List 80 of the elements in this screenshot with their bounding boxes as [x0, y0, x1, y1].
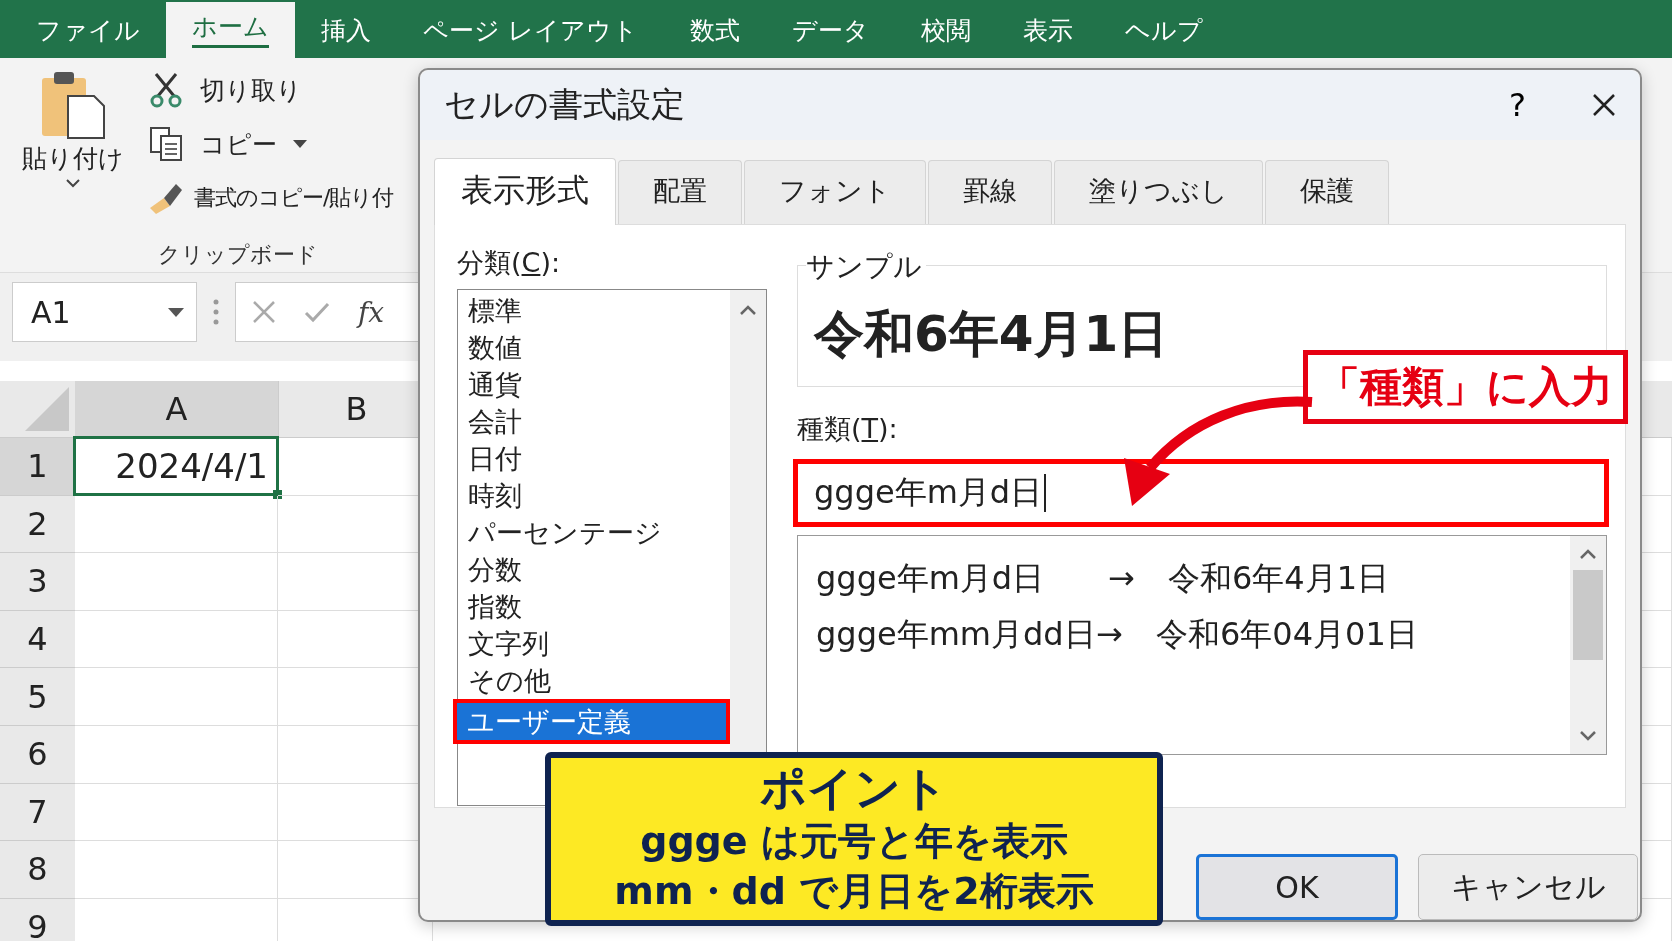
- category-item[interactable]: 指数: [458, 588, 726, 625]
- help-button[interactable]: ?: [1503, 85, 1532, 125]
- scroll-up-icon[interactable]: [1579, 548, 1597, 560]
- category-item[interactable]: 文字列: [458, 625, 726, 662]
- close-icon: [1592, 93, 1616, 117]
- sheet-cell[interactable]: [75, 725, 278, 784]
- sheet-cell[interactable]: [75, 610, 278, 669]
- paste-button[interactable]: 貼り付け: [18, 70, 128, 240]
- row-header[interactable]: 8: [0, 841, 75, 899]
- dialog-tab[interactable]: 表示形式: [434, 158, 616, 225]
- sheet-cell[interactable]: [75, 783, 278, 842]
- chevron-down-icon: [65, 178, 81, 188]
- cut-button[interactable]: 切り取り: [148, 70, 418, 110]
- category-label: 分類(C):: [457, 246, 562, 280]
- row-header[interactable]: 4: [0, 610, 75, 669]
- cancel-icon[interactable]: [252, 300, 276, 324]
- note-title: ポイント: [760, 760, 948, 816]
- select-all-icon[interactable]: [25, 387, 69, 431]
- ribbon-tab[interactable]: 校閲: [894, 6, 997, 58]
- category-item[interactable]: 数値: [458, 329, 726, 366]
- caret-icon: [168, 307, 184, 317]
- type-label: 種類(T):: [797, 412, 899, 446]
- scroll-down-icon[interactable]: [1579, 730, 1597, 742]
- scroll-up-icon[interactable]: [739, 304, 757, 316]
- ribbon-tab[interactable]: ヘルプ: [1098, 6, 1229, 58]
- ok-button[interactable]: OK: [1196, 854, 1398, 920]
- ribbon-tab[interactable]: ホーム: [166, 2, 295, 58]
- row-header[interactable]: 7: [0, 783, 75, 842]
- category-item[interactable]: 標準: [458, 292, 726, 329]
- category-item[interactable]: 日付: [458, 440, 726, 477]
- active-cell[interactable]: 2024/4/1: [73, 436, 279, 496]
- row-header[interactable]: 6: [0, 725, 75, 784]
- dialog-tab[interactable]: 塗りつぶし: [1054, 160, 1263, 224]
- cancel-button[interactable]: キャンセル: [1418, 854, 1638, 920]
- row-header[interactable]: 9: [0, 898, 75, 941]
- ribbon-tab[interactable]: 数式: [663, 6, 766, 58]
- category-item[interactable]: 会計: [458, 403, 726, 440]
- sheet-cell[interactable]: [75, 841, 278, 899]
- dialog-tab[interactable]: フォント: [744, 160, 926, 224]
- category-item[interactable]: パーセンテージ: [458, 514, 726, 551]
- format-item[interactable]: ggge年m月d日 → 令和6年4月1日: [816, 550, 1570, 606]
- caret-icon: [293, 140, 307, 148]
- name-box[interactable]: A1: [12, 282, 197, 342]
- close-button[interactable]: [1592, 93, 1616, 117]
- sample-value: 令和6年4月1日: [814, 304, 1169, 365]
- insert-function-button[interactable]: fx: [358, 295, 385, 329]
- row-header[interactable]: 5: [0, 668, 75, 726]
- column-header[interactable]: A: [75, 381, 279, 437]
- copy-icon: [148, 126, 184, 162]
- format-item[interactable]: ggge年mm月dd日→ 令和6年04月01日: [816, 606, 1570, 662]
- dialog-tab[interactable]: 保護: [1265, 160, 1389, 224]
- scrollbar-thumb[interactable]: [1573, 570, 1603, 660]
- group-label: クリップボード: [157, 241, 319, 269]
- ribbon-tab[interactable]: ファイル: [10, 6, 166, 58]
- row-header[interactable]: 3: [0, 553, 75, 611]
- sheet-cell[interactable]: [75, 553, 278, 611]
- dialog-title: セルの書式設定: [444, 83, 686, 126]
- format-painter-button[interactable]: 書式のコピー/貼り付: [148, 178, 418, 218]
- category-item[interactable]: その他: [458, 662, 726, 699]
- callout-label: 「種類」に入力: [1303, 350, 1628, 424]
- ribbon-tab[interactable]: 表示: [996, 6, 1099, 58]
- ribbon-tab[interactable]: ページ レイアウト: [397, 6, 664, 58]
- scissors-icon: [148, 72, 184, 108]
- category-item[interactable]: 通貨: [458, 366, 726, 403]
- ribbon-tab[interactable]: 挿入: [295, 6, 397, 58]
- note-text: ggge は元号と年を表示: [640, 818, 1068, 865]
- check-icon[interactable]: [304, 301, 330, 323]
- category-item[interactable]: 時刻: [458, 477, 726, 514]
- more-icon: [213, 299, 219, 325]
- category-item[interactable]: 分数: [458, 551, 726, 588]
- ribbon-tab[interactable]: データ: [765, 6, 895, 58]
- copy-button[interactable]: コピー: [148, 124, 418, 164]
- row-header[interactable]: 1: [0, 438, 75, 496]
- note-text: mm・dd で月日を2桁表示: [614, 868, 1094, 915]
- dialog-tab[interactable]: 配置: [618, 160, 742, 224]
- sheet-cell[interactable]: [75, 668, 278, 726]
- row-header[interactable]: 2: [0, 495, 75, 554]
- type-input-field[interactable]: ggge年m月d日: [793, 459, 1609, 527]
- sheet-cell[interactable]: [75, 495, 278, 554]
- dialog-tab[interactable]: 罫線: [928, 160, 1052, 224]
